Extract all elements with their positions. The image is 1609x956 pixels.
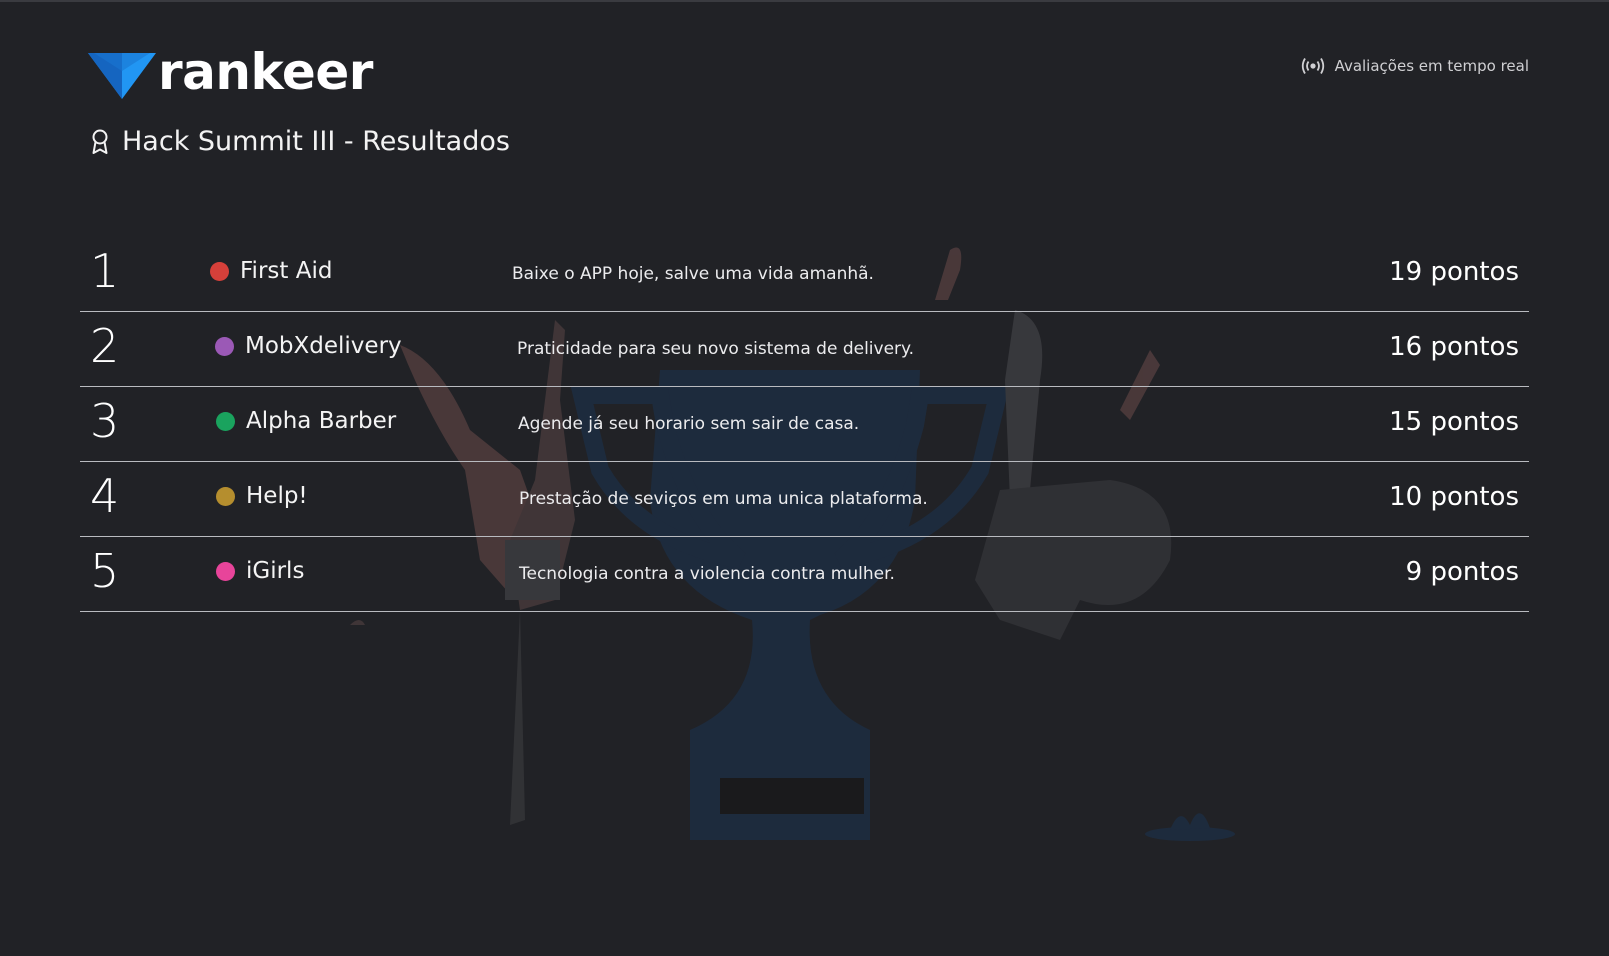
team-color-dot [215, 336, 234, 356]
team: iGirls [216, 558, 304, 584]
team-score: 15 pontos [1389, 407, 1519, 437]
team-color-dot [210, 261, 229, 281]
page-title: Hack Summit III - Resultados [90, 126, 510, 157]
ranking-list: 1 First Aid Baixe o APP hoje, salve uma … [80, 237, 1529, 612]
rank-position: 2 [90, 319, 120, 373]
ranking-row: 3 Alpha Barber Agende já seu horario sem… [80, 387, 1529, 462]
team-tagline: Tecnologia contra a violencia contra mul… [519, 564, 895, 584]
award-icon [92, 129, 108, 154]
ranking-row: 4 Help! Prestação de seviços em uma unic… [80, 462, 1529, 537]
triangle-logo-icon [88, 53, 156, 99]
team: Help! [216, 483, 308, 509]
rank-position: 5 [90, 544, 120, 598]
team-name: Help! [246, 483, 308, 509]
event-title: Hack Summit III - Resultados [122, 126, 510, 157]
team-color-dot [216, 486, 235, 506]
rank-position: 3 [90, 394, 120, 448]
team-score: 10 pontos [1389, 482, 1519, 512]
team-score: 9 pontos [1405, 557, 1519, 587]
team-name: iGirls [246, 558, 305, 584]
ranking-row: 1 First Aid Baixe o APP hoje, salve uma … [80, 237, 1529, 312]
top-border [0, 0, 1609, 2]
live-indicator: Avaliações em tempo real [1301, 56, 1529, 76]
team-color-dot [216, 561, 235, 581]
team-tagline: Praticidade para seu novo sistema de del… [517, 339, 915, 359]
team-color-dot [216, 411, 235, 431]
team-tagline: Prestação de seviços em uma unica plataf… [519, 489, 928, 509]
live-label: Avaliações em tempo real [1334, 57, 1529, 75]
ranking-row: 2 MobXdelivery Praticidade para seu novo… [80, 312, 1529, 387]
rank-position: 4 [90, 469, 120, 523]
broadcast-icon [1301, 58, 1324, 74]
team: Alpha Barber [216, 408, 396, 434]
team: First Aid [210, 258, 332, 284]
team-tagline: Agende já seu horario sem sair de casa. [518, 414, 860, 434]
ranking-row: 5 iGirls Tecnologia contra a violencia c… [80, 537, 1529, 612]
team-score: 19 pontos [1389, 257, 1519, 287]
team-score: 16 pontos [1389, 332, 1519, 362]
rank-position: 1 [90, 244, 120, 298]
brand-name: rankeer [158, 43, 373, 101]
team-tagline: Baixe o APP hoje, salve uma vida amanhã. [512, 264, 874, 284]
team-name: Alpha Barber [246, 408, 397, 434]
team-name: MobXdelivery [245, 333, 402, 359]
brand-header: rankeer [88, 43, 373, 104]
team: MobXdelivery [215, 333, 402, 359]
team-name: First Aid [240, 258, 333, 284]
